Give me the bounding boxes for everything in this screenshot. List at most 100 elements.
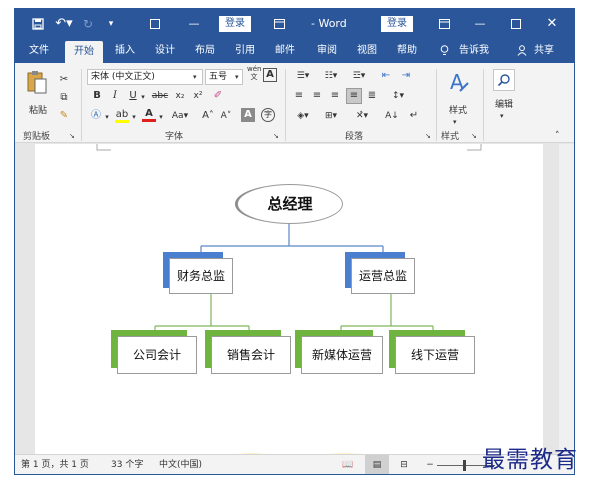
- text-effects-icon[interactable]: Ⓐ: [89, 109, 103, 123]
- tab-layout[interactable]: 布局: [191, 39, 219, 63]
- org-node-accountant[interactable]: 公司会计: [117, 336, 197, 374]
- org-node-sales-accountant[interactable]: 销售会计: [211, 336, 291, 374]
- copy-icon[interactable]: ⧉: [57, 91, 71, 105]
- ribbon-options-icon[interactable]: [437, 9, 451, 39]
- highlight-icon[interactable]: ab: [115, 109, 129, 123]
- language-indicator[interactable]: 中文(中国): [159, 455, 202, 474]
- phonetic-guide-icon[interactable]: wén 文: [247, 65, 261, 81]
- redo-icon[interactable]: ↻: [81, 9, 95, 39]
- align-center-icon[interactable]: ≡: [310, 89, 324, 103]
- align-right-icon[interactable]: ≡: [328, 89, 342, 103]
- page-count[interactable]: 第 1 页，共 1 页: [21, 455, 89, 474]
- chevron-down-icon[interactable]: ▾: [103, 110, 111, 124]
- superscript-icon[interactable]: x²: [191, 89, 205, 103]
- change-case-icon[interactable]: Aa▾: [169, 109, 191, 123]
- print-layout-icon[interactable]: ▤: [365, 455, 389, 474]
- styles-group-label: 样式: [441, 132, 460, 142]
- lightbulb-icon: [437, 39, 451, 63]
- font-name-select[interactable]: 宋体 (中文正文): [87, 69, 203, 85]
- clear-formatting-icon[interactable]: ✐: [211, 89, 225, 103]
- org-node-offline[interactable]: 线下运营: [395, 336, 475, 374]
- tell-me-search[interactable]: 告诉我: [455, 39, 493, 63]
- chevron-down-icon[interactable]: ▾: [157, 110, 165, 124]
- org-node-new-media[interactable]: 新媒体运营: [301, 336, 383, 374]
- minimize-icon-small[interactable]: —: [187, 9, 201, 39]
- align-left-icon[interactable]: ≡: [292, 89, 306, 103]
- word-count[interactable]: 33 个字: [111, 455, 143, 474]
- asian-layout-icon[interactable]: ✕̂▾: [351, 109, 373, 123]
- paste-button[interactable]: [25, 69, 49, 95]
- editing-button[interactable]: [493, 69, 515, 91]
- numbering-icon[interactable]: ☷▾: [320, 69, 342, 83]
- separator: [483, 69, 484, 141]
- separator: [436, 69, 437, 141]
- zoom-out-icon[interactable]: −: [425, 455, 435, 474]
- underline-icon[interactable]: U: [127, 89, 139, 103]
- tab-design[interactable]: 设计: [151, 39, 179, 63]
- styles-launcher-icon[interactable]: ↘: [471, 129, 477, 143]
- clipboard-launcher-icon[interactable]: ↘: [69, 129, 75, 143]
- chevron-down-icon[interactable]: ▾: [139, 90, 147, 104]
- org-node-root[interactable]: 总经理: [237, 184, 343, 224]
- shading-icon[interactable]: ◈▾: [292, 109, 314, 123]
- strikethrough-icon[interactable]: abc: [150, 89, 170, 103]
- bold-icon[interactable]: B: [91, 89, 103, 103]
- font-color-icon[interactable]: A: [142, 108, 156, 122]
- format-painter-icon[interactable]: ✎: [57, 109, 71, 123]
- share-button[interactable]: 共享: [529, 39, 559, 63]
- subscript-icon[interactable]: x₂: [173, 89, 187, 103]
- chevron-down-icon[interactable]: ▾: [130, 110, 138, 124]
- increase-indent-icon[interactable]: ⇥: [399, 69, 413, 83]
- paragraph-launcher-icon[interactable]: ↘: [425, 129, 431, 143]
- read-mode-icon[interactable]: 📖: [341, 455, 355, 474]
- chevron-down-icon[interactable]: ▾: [500, 109, 504, 123]
- multilevel-list-icon[interactable]: ☲▾: [348, 69, 370, 83]
- decrease-indent-icon[interactable]: ⇤: [379, 69, 393, 83]
- line-spacing-icon[interactable]: ↕▾: [387, 89, 409, 103]
- tab-file[interactable]: 文件: [25, 39, 53, 63]
- ribbon-display-icon[interactable]: [148, 9, 162, 39]
- chevron-down-icon[interactable]: ▾: [453, 115, 457, 129]
- styles-button[interactable]: A: [445, 69, 471, 95]
- character-shading-icon[interactable]: A: [241, 108, 255, 122]
- vertical-scrollbar[interactable]: [559, 144, 574, 454]
- tab-help[interactable]: 帮助: [393, 39, 421, 63]
- distributed-icon[interactable]: ≣: [365, 89, 379, 103]
- web-layout-icon[interactable]: ⊟: [397, 455, 411, 474]
- save-icon[interactable]: [29, 9, 47, 39]
- tab-insert[interactable]: 插入: [111, 39, 139, 63]
- enclose-characters-icon[interactable]: 字: [261, 108, 275, 122]
- layout-icon[interactable]: [272, 9, 286, 39]
- maximize-icon[interactable]: [509, 9, 523, 39]
- close-icon[interactable]: ✕: [545, 9, 559, 39]
- chevron-down-icon[interactable]: ▾: [235, 70, 239, 84]
- tab-mailings[interactable]: 邮件: [271, 39, 299, 63]
- org-node-finance[interactable]: 财务总监: [169, 258, 233, 294]
- login-button-left[interactable]: 登录: [219, 16, 251, 32]
- login-button-right[interactable]: 登录: [381, 16, 413, 32]
- minimize-icon[interactable]: —: [473, 9, 487, 39]
- bullets-icon[interactable]: ☰▾: [292, 69, 314, 83]
- borders-icon[interactable]: ⊞▾: [320, 109, 342, 123]
- collapse-ribbon-icon[interactable]: ˄: [555, 129, 560, 143]
- tab-references[interactable]: 引用: [231, 39, 259, 63]
- zoom-slider-thumb[interactable]: [463, 460, 466, 471]
- org-node-operations[interactable]: 运营总监: [351, 258, 415, 294]
- show-marks-icon[interactable]: ↵: [407, 109, 421, 123]
- tab-home[interactable]: 开始: [65, 41, 103, 63]
- undo-icon[interactable]: ↶▾: [53, 9, 75, 39]
- cut-icon[interactable]: ✂: [57, 73, 71, 87]
- shrink-font-icon[interactable]: A˅: [219, 109, 233, 123]
- grow-font-icon[interactable]: A˄: [201, 109, 215, 123]
- font-launcher-icon[interactable]: ↘: [273, 129, 279, 143]
- document-page[interactable]: 总经理 财务总监 运营总监 公司会计 销售会计 新媒体运营 线下运营: [35, 144, 543, 454]
- chevron-down-icon[interactable]: ▾: [193, 70, 197, 84]
- separator: [81, 69, 82, 141]
- italic-icon[interactable]: I: [109, 89, 121, 103]
- customize-quick-access-icon[interactable]: ▾: [105, 9, 117, 39]
- justify-icon[interactable]: ≡: [346, 88, 362, 104]
- character-border-icon[interactable]: A: [263, 68, 277, 82]
- tab-view[interactable]: 视图: [353, 39, 381, 63]
- sort-icon[interactable]: A↓: [385, 109, 399, 123]
- tab-review[interactable]: 审阅: [313, 39, 341, 63]
